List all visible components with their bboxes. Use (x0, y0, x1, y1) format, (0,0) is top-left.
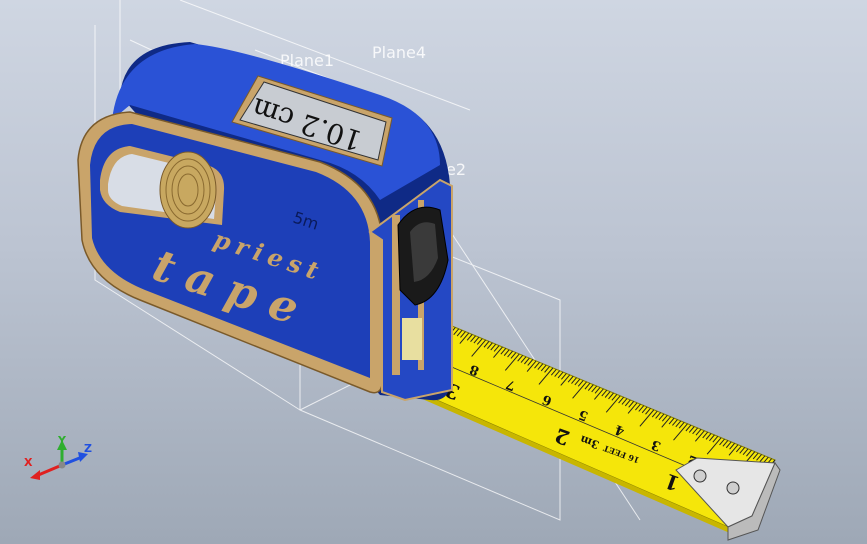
tape-blade[interactable]: 987654321 321 3m 16 FEET (401, 325, 781, 541)
blade-slot (402, 318, 422, 360)
triad-z-label: Z (84, 442, 92, 455)
graphics-viewport[interactable]: Plane1 Plane4 Plane2 987654321 321 3m 16… (0, 0, 867, 544)
tape-housing[interactable]: 10.2 cm 5m priest tape (77, 42, 453, 402)
triad-x-arrow (30, 470, 40, 480)
hook-rivet-1 (693, 469, 707, 483)
coiled-tape (159, 151, 217, 229)
triad-origin (58, 461, 66, 469)
plane4-label[interactable]: Plane4 (372, 43, 426, 62)
triad-y-label: Y (57, 434, 67, 447)
hook-rivet-2 (726, 481, 740, 495)
model-scene[interactable]: Plane1 Plane4 Plane2 987654321 321 3m 16… (0, 0, 867, 544)
coordinate-triad[interactable]: X Y Z (24, 434, 92, 480)
triad-x-label: X (24, 456, 33, 469)
